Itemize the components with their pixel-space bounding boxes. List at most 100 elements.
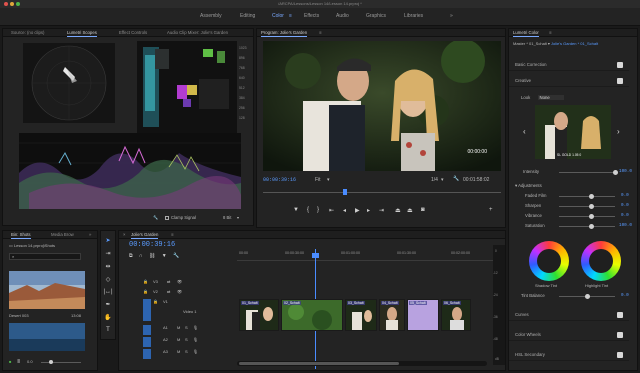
saturation-slider[interactable]: [559, 224, 615, 229]
quality-chevron-icon[interactable]: ▾: [441, 177, 444, 183]
mark-out-icon[interactable]: }: [317, 207, 319, 213]
timeline-clip[interactable]: 06_Schalt: [441, 299, 471, 331]
workspace-tab-color[interactable]: Color: [272, 13, 284, 19]
timeline-settings-icon[interactable]: 🔧: [173, 253, 179, 259]
razor-tool-icon[interactable]: ◇: [101, 276, 115, 283]
faded-film-knob[interactable]: [589, 194, 594, 199]
vibrance-slider[interactable]: [559, 214, 615, 219]
timeline-clip[interactable]: 05_Schalt: [407, 299, 439, 331]
zoom-knob[interactable]: [49, 360, 53, 364]
tab-media-browser[interactable]: Media Brow: [51, 232, 74, 237]
track-sync-icon[interactable]: ⇄: [167, 289, 170, 294]
add-button-icon[interactable]: +: [489, 207, 493, 213]
bit-depth-select[interactable]: 8 Bit: [223, 215, 231, 220]
lumetri-title[interactable]: Lumetri Color: [513, 30, 539, 37]
section-basic-correction[interactable]: Basic Correction: [509, 59, 629, 71]
program-menu-icon[interactable]: ≡: [319, 30, 322, 35]
add-marker-timeline-icon[interactable]: ▼: [162, 253, 167, 259]
mute-icon[interactable]: M: [177, 337, 180, 342]
mute-icon[interactable]: M: [177, 325, 180, 330]
workspace-tab-audio[interactable]: Audio: [336, 13, 349, 19]
timeline-clip[interactable]: 01_Schalt: [239, 299, 279, 331]
clamp-signal-checkbox[interactable]: [165, 216, 169, 220]
close-sequence-icon[interactable]: ×: [123, 232, 126, 237]
workspace-tab-graphics[interactable]: Graphics: [366, 13, 386, 19]
playhead-marker[interactable]: [343, 189, 347, 195]
clip-thumbnail[interactable]: [9, 271, 85, 309]
program-monitor-title[interactable]: Program: Jolie's Garden: [261, 30, 308, 37]
extract-icon[interactable]: ⏏: [407, 207, 413, 214]
breadcrumb-master[interactable]: Master * 01_Schalt: [513, 41, 547, 46]
zoom-window-icon[interactable]: [16, 2, 20, 6]
track-lock-icon[interactable]: 🔒: [153, 299, 158, 304]
workspace-menu-icon[interactable]: ≡: [289, 13, 292, 19]
timeline-clip[interactable]: 02_Schalt: [281, 299, 343, 331]
workspace-tab-editing[interactable]: Editing: [240, 13, 255, 19]
intensity-slider-knob[interactable]: [613, 170, 618, 175]
linked-selection-icon[interactable]: ⛓: [149, 253, 155, 259]
track-label[interactable]: A1: [163, 325, 168, 330]
hand-tool-icon[interactable]: ✋: [101, 314, 115, 321]
highlight-tint-wheel[interactable]: [581, 241, 621, 281]
adjust-value[interactable]: 0.0: [621, 203, 629, 208]
wrench-icon[interactable]: 🔧: [153, 215, 158, 221]
adjust-value[interactable]: 0.0: [621, 213, 629, 218]
zoom-slider[interactable]: [41, 362, 81, 363]
section-color-wheels[interactable]: Color Wheels: [509, 329, 629, 341]
tab-source[interactable]: Source: (no clips): [11, 30, 44, 35]
track-label[interactable]: A2: [163, 337, 168, 342]
clip-thumbnail[interactable]: [9, 323, 85, 351]
close-window-icon[interactable]: [4, 2, 8, 6]
track-sync-icon[interactable]: ⇄: [167, 279, 170, 284]
track-target-a2[interactable]: [143, 337, 151, 347]
mic-icon[interactable]: 🎙: [193, 349, 198, 354]
hsl-secondary-checkbox[interactable]: [617, 352, 623, 358]
bit-depth-chevron-icon[interactable]: ▾: [237, 215, 239, 220]
creative-checkbox[interactable]: [617, 78, 623, 84]
go-to-in-icon[interactable]: ⇤: [329, 207, 334, 214]
timeline-timecode[interactable]: 00:00:39:16: [129, 241, 175, 249]
vibrance-knob[interactable]: [589, 214, 594, 219]
adjust-value[interactable]: 100.0: [619, 223, 632, 228]
timeline-clip[interactable]: 04_Schalt: [379, 299, 405, 331]
mark-in-icon[interactable]: {: [307, 207, 309, 213]
saturation-knob[interactable]: [589, 224, 594, 229]
fit-chevron-icon[interactable]: ▾: [327, 177, 330, 183]
minimize-window-icon[interactable]: [10, 2, 14, 6]
mute-icon[interactable]: M: [177, 349, 180, 354]
section-curves[interactable]: Curves: [509, 309, 629, 321]
tab-bin-shots[interactable]: Bin: Shots: [11, 232, 31, 239]
lift-icon[interactable]: ⏏: [395, 207, 401, 214]
mic-icon[interactable]: 🎙: [193, 325, 198, 330]
shadow-tint-wheel[interactable]: [529, 241, 569, 281]
timeline-tab[interactable]: Jolie's Garden: [131, 232, 159, 239]
time-ruler[interactable]: 00:00 00:00:30:00 00:01:00:00 00:01:30:0…: [237, 249, 495, 261]
bin-search-input[interactable]: ⌕: [9, 253, 81, 260]
track-visibility-icon[interactable]: 👁: [177, 289, 182, 294]
solo-icon[interactable]: S: [185, 325, 188, 330]
tint-balance-slider[interactable]: [559, 294, 615, 299]
look-select[interactable]: None: [537, 95, 564, 100]
intensity-slider[interactable]: [559, 170, 618, 175]
curves-checkbox[interactable]: [617, 312, 623, 318]
track-select-tool-icon[interactable]: ⇥: [101, 250, 115, 257]
tint-balance-value[interactable]: 0.0: [621, 293, 629, 298]
workspace-tab-libraries[interactable]: Libraries: [404, 13, 423, 19]
faded-film-slider[interactable]: [559, 194, 615, 199]
slip-tool-icon[interactable]: |↔|: [101, 289, 115, 295]
quality-select[interactable]: 1/4: [431, 177, 438, 183]
timeline-scrollbar[interactable]: [237, 361, 487, 366]
breadcrumb-sequence[interactable]: Jolie's Garden * 01_Schalt: [551, 41, 598, 46]
preview-prev-icon[interactable]: ‹: [523, 127, 526, 136]
look-preview[interactable]: SL GOLD 1.05 0: [535, 105, 611, 159]
pen-tool-icon[interactable]: ✒: [101, 301, 115, 308]
program-timecode[interactable]: 00:00:39:16: [263, 177, 296, 183]
track-lock-icon[interactable]: 🔒: [143, 289, 148, 294]
add-marker-icon[interactable]: ▼: [293, 207, 299, 213]
timeline-scrollbar-thumb[interactable]: [239, 362, 399, 365]
program-scrubber[interactable]: [263, 189, 501, 195]
track-label[interactable]: V3: [153, 279, 158, 284]
lumetri-menu-icon[interactable]: ≡: [549, 30, 552, 35]
playhead-head[interactable]: [312, 253, 319, 258]
track-label[interactable]: A3: [163, 349, 168, 354]
